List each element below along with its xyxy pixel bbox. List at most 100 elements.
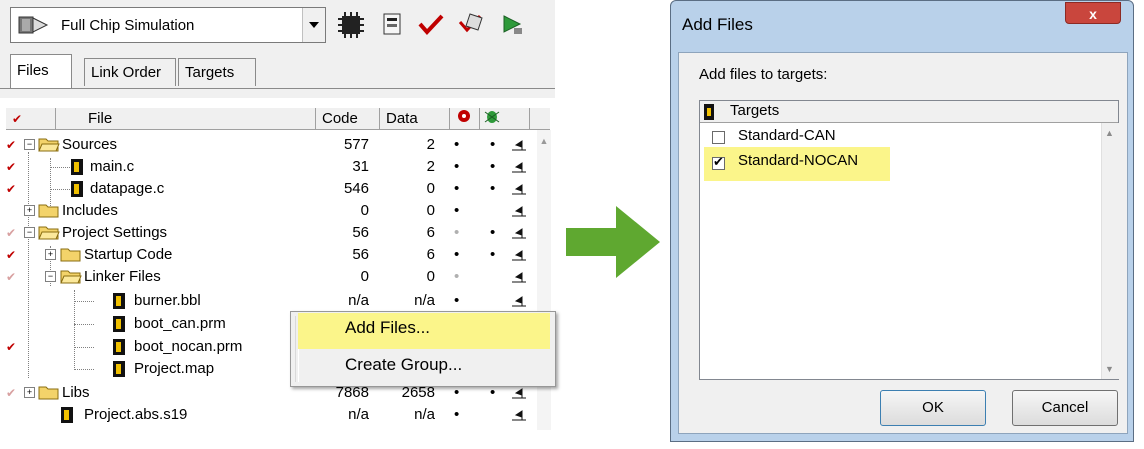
flags-icon[interactable] [512,205,526,217]
file-name: Project Settings [62,224,168,241]
scroll-down-arrow[interactable]: ▼ [1102,361,1117,378]
check-icon: ✔ [6,340,17,354]
file-list-header: ✔ File Code Data [6,108,550,130]
file-name: Linker Files [84,268,161,285]
target-select-value: Full Chip Simulation [61,17,195,34]
debug-icon[interactable] [498,10,528,40]
check-icon: ✔ [6,270,17,284]
flags-icon[interactable] [512,295,526,307]
bullet: • [490,246,496,263]
data-column-header[interactable]: Data [380,108,450,130]
check-icon: ✔ [6,138,17,152]
file-name: main.c [90,158,135,175]
bug-icon [484,111,500,123]
ok-button[interactable]: OK [880,390,986,426]
simulation-icon [18,16,49,34]
expand-icon[interactable]: + [24,387,35,398]
bullet: • [454,406,460,423]
tree-line [74,369,94,370]
arrow-right-icon [566,206,660,278]
flags-icon[interactable] [512,387,526,399]
file-row-startup-code[interactable]: ✔ + Startup Code 56 6 • • [0,244,555,266]
file-name: Project.abs.s19 [84,406,188,423]
collapse-icon[interactable]: − [24,139,35,150]
bug-column-header[interactable] [480,108,530,130]
tree-line [74,347,94,348]
menu-item-add-files[interactable]: Add Files... [345,318,430,338]
file-row-datapage-c[interactable]: ✔ datapage.c 546 0 • • [0,178,555,200]
targets-column-label: Targets [730,102,780,119]
tab-link-order[interactable]: Link Order [84,58,176,86]
flags-icon[interactable] [512,161,526,173]
make-icon[interactable] [456,10,486,40]
dialog-prompt: Add files to targets: [699,66,828,83]
file-row-linker-files[interactable]: ✔ − Linker Files 0 0 • [0,266,555,288]
menu-item-create-group[interactable]: Create Group... [345,355,462,375]
data-size: 0 [426,202,435,219]
file-row-main-c[interactable]: ✔ main.c 31 2 • • [0,156,555,178]
chevron-down-icon[interactable] [302,8,325,42]
scroll-up-arrow[interactable]: ▲ [1102,125,1117,142]
standard-nocan-label[interactable]: Standard-NOCAN [738,152,858,169]
target-icon [458,110,470,122]
data-size: 2 [426,158,435,175]
bullet: • [454,224,460,241]
file-row-project-abs-s19[interactable]: Project.abs.s19 n/a n/a • [0,404,555,426]
standard-nocan-checkbox[interactable] [712,154,725,170]
linker-file-icon [113,316,125,332]
flags-icon[interactable] [512,183,526,195]
check-icon[interactable] [416,10,446,40]
target-select[interactable]: Full Chip Simulation [10,7,326,43]
expand-icon[interactable]: + [45,249,56,260]
code-size: 0 [360,202,369,219]
data-size: 2 [426,136,435,153]
flags-icon[interactable] [512,409,526,421]
bullet: • [490,136,496,153]
tree-line [74,301,94,302]
tree-line [50,167,70,168]
targets-list-scrollbar[interactable] [1101,123,1119,379]
standard-can-checkbox[interactable] [712,131,725,144]
flags-icon[interactable] [512,249,526,261]
data-size: 6 [426,224,435,241]
code-size: 56 [352,246,369,263]
open-folder-icon [38,138,60,152]
file-row-sources[interactable]: ✔ − Sources 577 2 • • [0,134,555,156]
file-name: Libs [62,384,90,401]
close-button[interactable]: x [1065,2,1121,24]
file-column-header[interactable]: File [56,108,316,130]
debug-column-header[interactable] [450,108,480,130]
tab-files[interactable]: Files [10,54,72,88]
bullet: • [454,180,460,197]
file-name: Sources [62,136,118,153]
file-row-burner-bbl[interactable]: burner.bbl n/a n/a • [0,290,555,312]
code-size: 577 [343,136,369,153]
flags-icon[interactable] [512,227,526,239]
code-size: n/a [348,292,369,309]
flags-icon[interactable] [512,139,526,151]
binary-file-icon [61,407,73,423]
file-name: boot_can.prm [134,315,226,332]
code-size: 546 [343,180,369,197]
standard-can-label[interactable]: Standard-CAN [738,127,836,144]
expand-icon[interactable]: + [24,205,35,216]
flags-icon[interactable] [512,271,526,283]
file-properties-icon[interactable] [378,10,408,40]
dialog-title: Add Files [682,15,753,34]
collapse-icon[interactable]: − [45,271,56,282]
folder-icon [60,248,81,262]
open-folder-icon [60,270,82,284]
code-column-header[interactable]: Code [316,108,380,130]
check-icon: ✔ [6,248,17,262]
file-name: burner.bbl [134,292,201,309]
cancel-button[interactable]: Cancel [1012,390,1118,426]
check-column-header[interactable]: ✔ [6,108,56,130]
chip-icon[interactable] [336,10,366,40]
collapse-icon[interactable]: − [24,227,35,238]
file-row-project-settings[interactable]: ✔ − Project Settings 56 6 • • [0,222,555,244]
code-size: 56 [352,224,369,241]
file-row-includes[interactable]: + Includes 0 0 • [0,200,555,222]
code-size: 0 [360,268,369,285]
tab-targets[interactable]: Targets [178,58,256,86]
bullet: • [454,292,460,309]
